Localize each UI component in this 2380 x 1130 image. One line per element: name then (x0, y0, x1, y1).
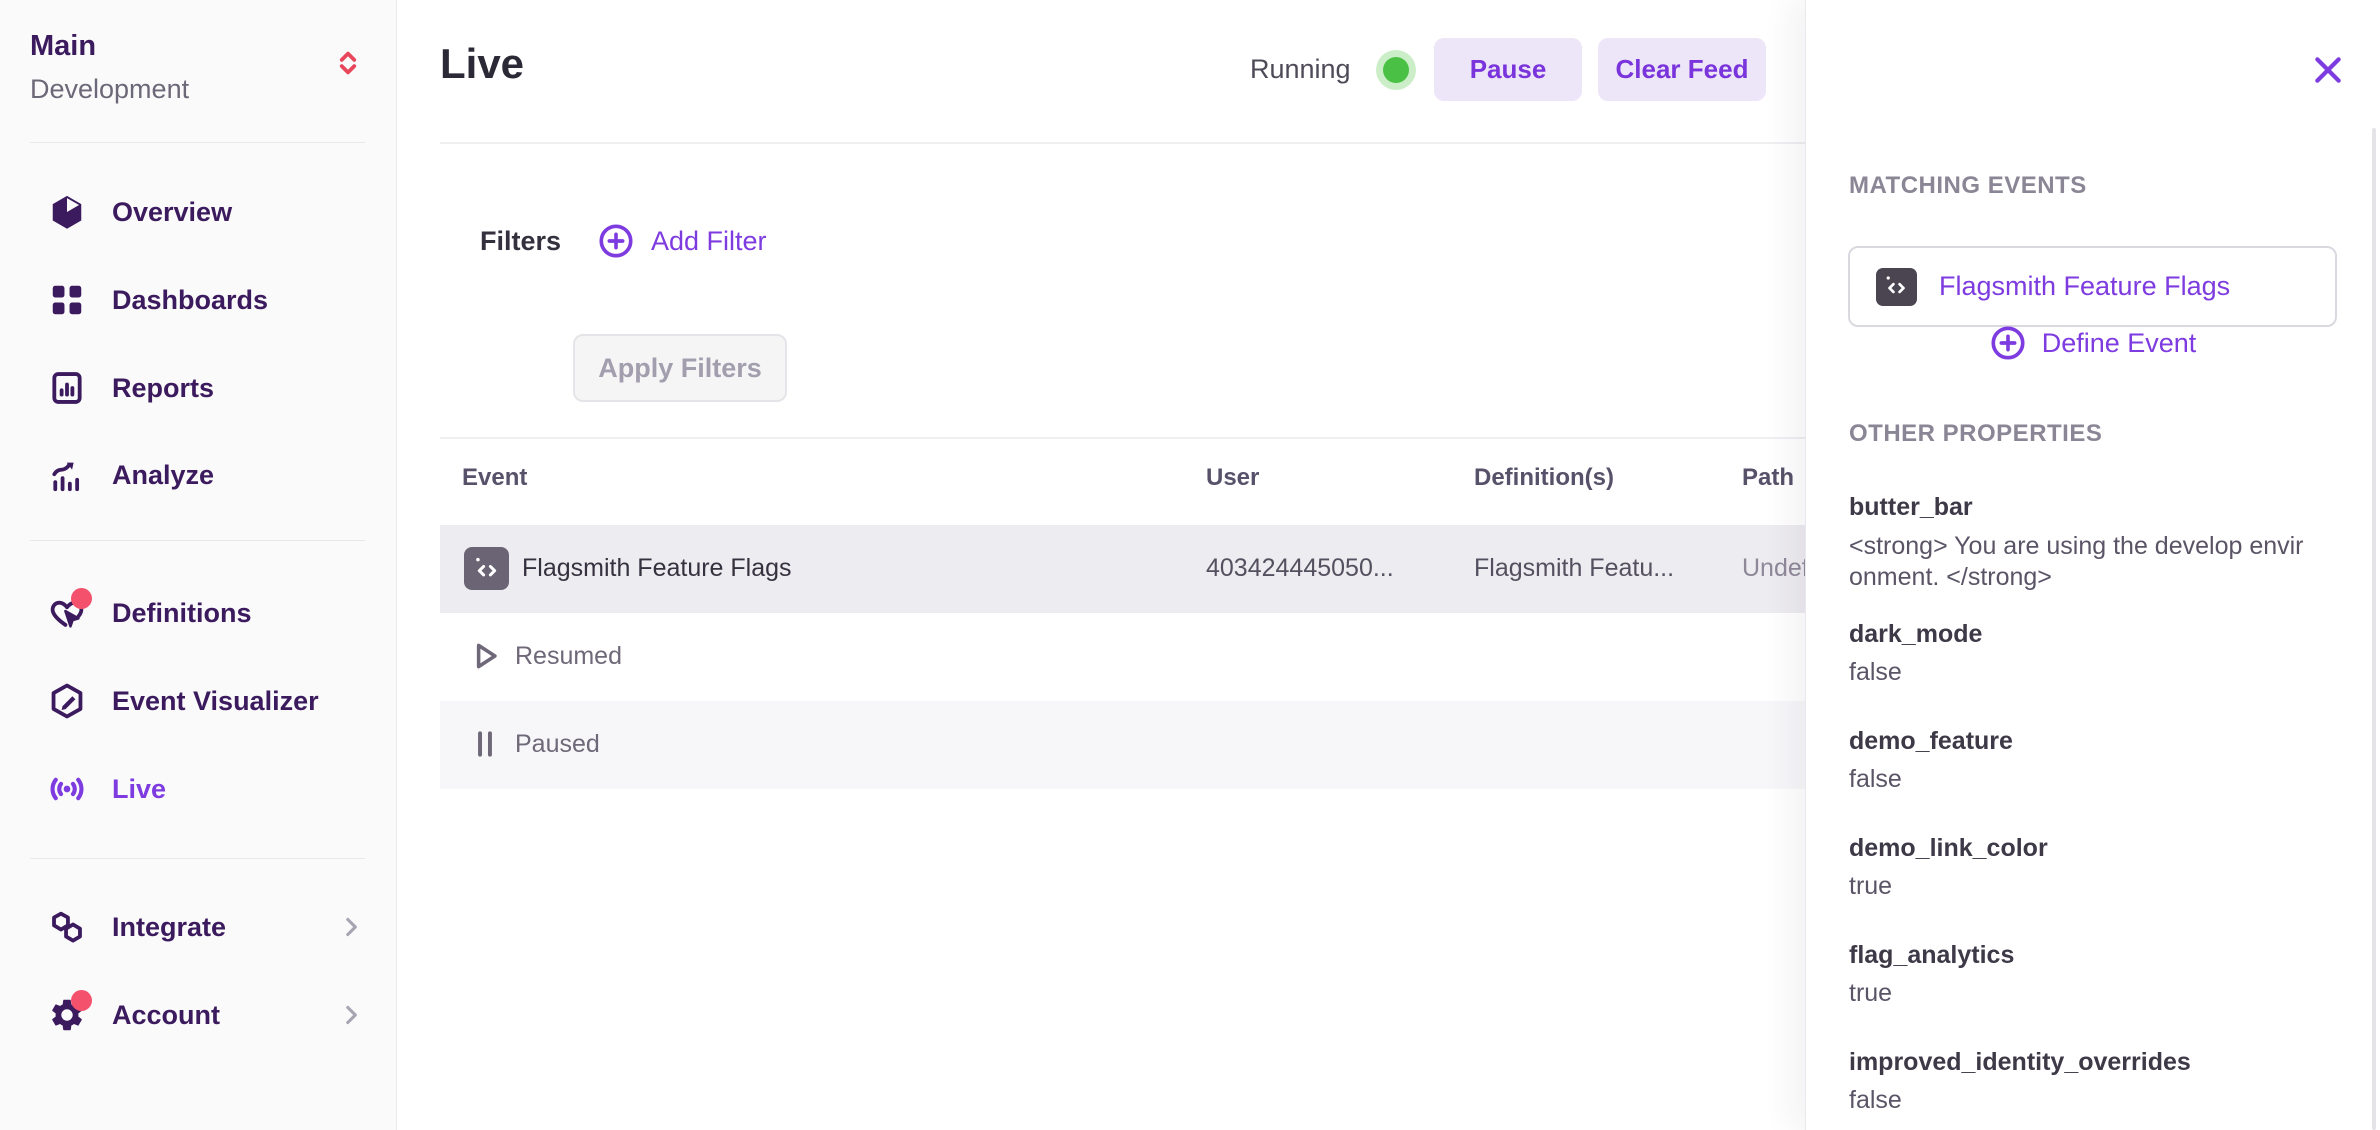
property-name: demo_link_color (1849, 834, 2048, 863)
matching-event-name: Flagsmith Feature Flags (1939, 271, 2230, 302)
property-name: demo_feature (1849, 727, 2013, 756)
column-header-definitions: Definition(s) (1474, 464, 1614, 492)
running-status-dot (1383, 57, 1409, 83)
sidebar-item-reports[interactable]: Reports (0, 360, 397, 416)
definitions-notification-dot (71, 588, 92, 609)
play-icon (468, 639, 502, 673)
account-notification-dot (71, 990, 92, 1011)
sidebar-item-integrate[interactable]: Integrate (0, 899, 397, 955)
workspace-switcher-icon[interactable] (333, 48, 363, 88)
sidebar: Main Development Overview Dashboards Rep… (0, 0, 397, 1130)
header-divider (440, 142, 1805, 144)
live-icon (48, 770, 86, 808)
overview-icon (48, 193, 86, 231)
column-header-path: Path (1742, 464, 1794, 492)
workspace-name: Main (30, 30, 96, 63)
property-value: true (1849, 871, 2307, 902)
filters-divider (440, 437, 1805, 439)
property-value: false (1849, 764, 2307, 795)
property-value: false (1849, 1085, 2307, 1116)
sidebar-item-analyze[interactable]: Analyze (0, 447, 397, 503)
pause-button[interactable]: Pause (1434, 38, 1582, 101)
event-name-cell: Resumed (515, 642, 622, 671)
sidebar-item-dashboards[interactable]: Dashboards (0, 272, 397, 328)
sidebar-item-definitions[interactable]: Definitions (0, 585, 397, 641)
pause-icon (468, 727, 502, 761)
sidebar-divider (30, 858, 365, 859)
panel-scrollbar[interactable] (2372, 128, 2376, 1130)
definitions-cell: Flagsmith Featu... (1474, 554, 1674, 583)
sidebar-divider (30, 142, 365, 143)
user-cell: 403424445050... (1206, 554, 1394, 583)
property-name: flag_analytics (1849, 941, 2014, 970)
other-properties-title: OTHER PROPERTIES (1849, 420, 2102, 448)
integrate-icon (48, 908, 86, 946)
chevron-right-icon (338, 914, 364, 940)
property-value: true (1849, 978, 2307, 1009)
custom-event-icon (1876, 268, 1917, 306)
table-row-paused[interactable]: Paused (440, 701, 1820, 789)
definitions-icon (48, 594, 86, 632)
apply-filters-button[interactable]: Apply Filters (573, 334, 787, 402)
chevron-right-icon (338, 1002, 364, 1028)
property-value: false (1849, 657, 2307, 688)
add-filter-button[interactable]: Add Filter (597, 222, 767, 260)
sidebar-item-account[interactable]: Account (0, 987, 397, 1043)
matching-event-card[interactable]: Flagsmith Feature Flags (1848, 246, 2337, 327)
plus-circle-icon (1989, 324, 2027, 362)
property-name: improved_identity_overrides (1849, 1048, 2191, 1077)
analyze-icon (48, 456, 86, 494)
filters-label: Filters (480, 226, 561, 257)
column-header-event: Event (462, 464, 527, 492)
status-text: Running (1250, 54, 1351, 85)
column-header-user: User (1206, 464, 1259, 492)
dashboards-icon (48, 281, 86, 319)
event-name-cell: Paused (515, 730, 600, 759)
reports-icon (48, 369, 86, 407)
event-details-panel: MATCHING EVENTS Flagsmith Feature Flags … (1805, 0, 2380, 1130)
property-value: <strong> You are using the develop envir… (1849, 531, 2307, 593)
property-name: dark_mode (1849, 620, 1982, 649)
property-name: butter_bar (1849, 493, 1973, 522)
table-row-resumed[interactable]: Resumed (440, 613, 1820, 701)
event-visualizer-icon (48, 682, 86, 720)
page-title: Live (440, 40, 524, 88)
custom-event-icon (464, 547, 509, 590)
define-event-button[interactable]: Define Event (1848, 318, 2337, 368)
plus-circle-icon (597, 222, 635, 260)
account-gear-icon (48, 996, 86, 1034)
sidebar-item-live[interactable]: Live (0, 761, 397, 817)
matching-events-title: MATCHING EVENTS (1849, 172, 2087, 200)
workspace-environment: Development (30, 74, 189, 105)
close-icon[interactable] (2311, 53, 2345, 87)
table-row-flagsmith-event[interactable]: Flagsmith Feature Flags 403424445050... … (440, 525, 1820, 613)
event-name-cell: Flagsmith Feature Flags (522, 554, 792, 583)
sidebar-item-event-visualizer[interactable]: Event Visualizer (0, 673, 397, 729)
clear-feed-button[interactable]: Clear Feed (1598, 38, 1766, 101)
sidebar-divider (30, 540, 365, 541)
sidebar-item-overview[interactable]: Overview (0, 184, 397, 240)
